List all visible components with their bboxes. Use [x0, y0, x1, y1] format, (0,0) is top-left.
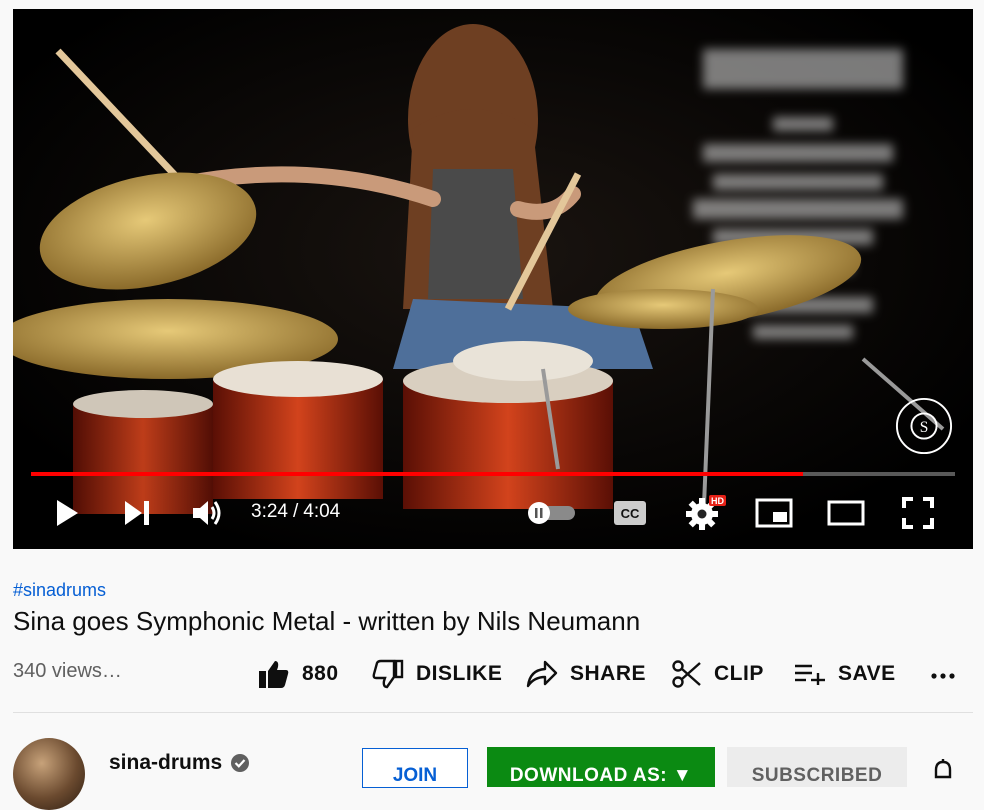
miniplayer-button[interactable] [754, 495, 794, 531]
video-frame [13, 9, 973, 549]
view-count[interactable]: 340 views… [13, 660, 122, 683]
share-icon [526, 660, 558, 688]
theater-mode-button[interactable] [826, 495, 866, 531]
more-actions-button[interactable] [930, 663, 956, 694]
save-label: SAVE [838, 662, 896, 685]
volume-icon [193, 501, 221, 525]
next-button[interactable] [117, 493, 157, 533]
like-button[interactable]: 880 [258, 657, 339, 691]
like-icon [259, 661, 289, 688]
clip-icon [672, 660, 701, 688]
dislike-button[interactable]: DISLIKE [372, 657, 502, 691]
clip-label: CLIP [714, 662, 764, 685]
channel-avatar[interactable] [13, 738, 85, 810]
play-icon [57, 500, 78, 526]
duration: 4:04 [303, 501, 341, 522]
notifications-button[interactable] [930, 759, 956, 784]
share-label: SHARE [570, 662, 647, 685]
download-button[interactable]: DOWNLOAD AS: ▼ [487, 747, 715, 787]
progress-played [31, 472, 804, 476]
more-icon [931, 673, 955, 679]
hd-badge: HD [711, 496, 724, 506]
current-time: 3:24 [251, 501, 288, 522]
settings-button[interactable]: HD [682, 493, 726, 533]
dislike-label: DISLIKE [416, 662, 503, 685]
miniplayer-icon [755, 498, 793, 528]
settings-icon: HD [686, 495, 726, 530]
like-count: 880 [302, 662, 339, 685]
progress-bar[interactable] [31, 472, 955, 476]
theater-icon [827, 500, 865, 526]
share-button[interactable]: SHARE [526, 657, 646, 691]
play-button[interactable] [47, 493, 87, 533]
dislike-icon [372, 659, 404, 689]
join-button[interactable]: JOIN [362, 748, 468, 788]
fullscreen-button[interactable] [898, 495, 938, 531]
autoplay-toggle[interactable] [525, 499, 579, 527]
section-divider [13, 712, 973, 713]
captions-button[interactable]: CC [610, 495, 650, 531]
verified-icon [231, 754, 250, 772]
svg-text:S: S [920, 419, 929, 436]
time-display: 3:24/4:04 [251, 501, 341, 522]
channel-name-row: sina-drums [109, 751, 250, 775]
video-title: Sina goes Symphonic Metal - written by N… [13, 606, 641, 636]
hashtag-link[interactable]: #sinadrums [13, 580, 106, 601]
captions-icon: CC [614, 501, 646, 525]
svg-text:CC: CC [621, 506, 640, 521]
video-player[interactable]: S 3:24/4:04 CC HD [13, 9, 973, 549]
next-icon [125, 501, 149, 525]
autoplay-toggle-icon [528, 502, 575, 524]
fullscreen-icon [902, 497, 934, 529]
subscribed-button[interactable]: SUBSCRIBED [727, 747, 907, 787]
volume-button[interactable] [187, 493, 227, 533]
channel-name[interactable]: sina-drums [109, 751, 222, 775]
save-icon [795, 664, 825, 685]
save-button[interactable]: SAVE [794, 657, 896, 691]
channel-watermark[interactable]: S [895, 397, 953, 455]
bell-icon [934, 759, 952, 779]
clip-button[interactable]: CLIP [672, 657, 764, 691]
